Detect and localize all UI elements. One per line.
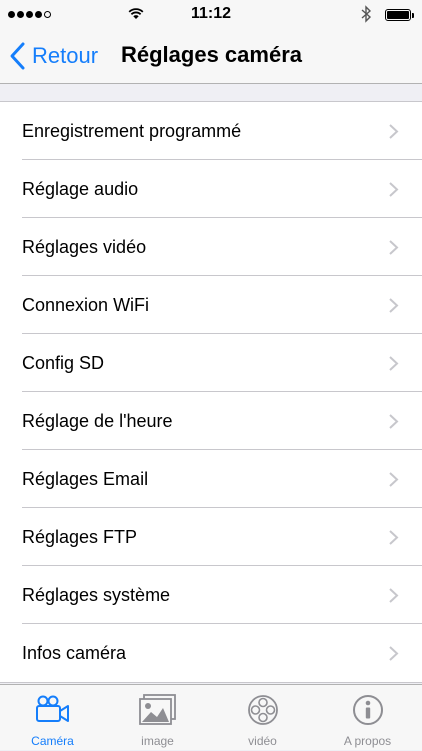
list-item-camera-info[interactable]: Infos caméra [0, 624, 422, 682]
chevron-right-icon [389, 298, 399, 313]
tab-about[interactable]: A propos [315, 685, 420, 751]
list-item-video[interactable]: Réglages vidéo [0, 218, 422, 276]
list-item-audio[interactable]: Réglage audio [0, 160, 422, 218]
list-item-label: Réglages Email [22, 469, 149, 489]
tab-label: Caméra [31, 734, 74, 748]
chevron-right-icon [389, 124, 399, 139]
list-item-label: Connexion WiFi [22, 295, 150, 315]
list-item-wifi[interactable]: Connexion WiFi [0, 276, 422, 334]
chevron-left-icon [10, 42, 25, 70]
bluetooth-icon [361, 5, 372, 23]
list-item-scheduled-recording[interactable]: Enregistrement programmé [0, 102, 422, 160]
chevron-right-icon [389, 472, 399, 487]
tab-bar: Caméra image vidéo A propos [0, 684, 422, 750]
chevron-right-icon [389, 646, 399, 661]
list-item-label: Réglage audio [22, 179, 139, 199]
tab-camera[interactable]: Caméra [0, 685, 105, 751]
back-button-label: Retour [32, 43, 99, 68]
list-item-label: Enregistrement programmé [22, 121, 242, 141]
tab-label: vidéo [248, 734, 277, 748]
chevron-right-icon [389, 356, 399, 371]
info-icon [352, 695, 383, 725]
battery-tip [412, 13, 414, 18]
video-camera-icon [35, 695, 69, 722]
battery-icon [385, 9, 411, 21]
page-title: Réglages caméra [121, 42, 302, 67]
tab-image[interactable]: image [105, 685, 210, 751]
tab-label: A propos [343, 734, 392, 748]
list-item-label: Réglage de l'heure [22, 411, 173, 431]
list-item-label: Infos caméra [22, 643, 127, 663]
tab-label: image [141, 734, 174, 748]
navigation-bar: Retour Réglages caméra [0, 30, 422, 84]
list-item-label: Réglages FTP [22, 527, 138, 547]
back-button[interactable]: Retour [8, 39, 98, 73]
chevron-right-icon [389, 530, 399, 545]
list-item-time[interactable]: Réglage de l'heure [0, 392, 422, 450]
list-item-ftp[interactable]: Réglages FTP [0, 508, 422, 566]
list-item-label: Réglages vidéo [22, 237, 147, 257]
status-bar: 11:12 [0, 0, 422, 30]
chevron-right-icon [389, 414, 399, 429]
list-item-system[interactable]: Réglages système [0, 566, 422, 624]
list-item-label: Config SD [22, 353, 105, 373]
chevron-right-icon [389, 182, 399, 197]
status-time: 11:12 [190, 5, 232, 22]
film-reel-icon [247, 695, 278, 725]
list-item-sd-config[interactable]: Config SD [0, 334, 422, 392]
list-item-email[interactable]: Réglages Email [0, 450, 422, 508]
photo-icon [138, 694, 176, 725]
chevron-right-icon [389, 240, 399, 255]
chevron-right-icon [389, 588, 399, 603]
settings-list: Enregistrement programmé Réglage audio R… [0, 101, 422, 683]
tab-video[interactable]: vidéo [210, 685, 315, 751]
list-item-label: Réglages système [22, 585, 171, 605]
